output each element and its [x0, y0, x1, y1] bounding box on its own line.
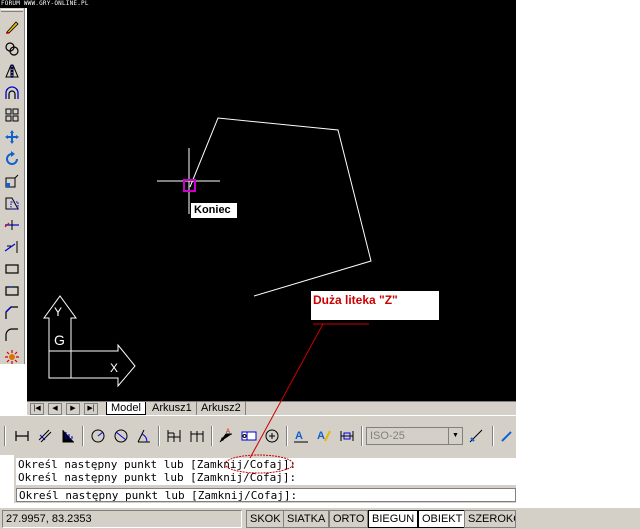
trim-icon[interactable]: [3, 216, 21, 234]
tab-nav-first[interactable]: |◀: [30, 403, 44, 415]
dimstyle-value: ISO-25: [370, 430, 405, 442]
erase-icon[interactable]: [3, 18, 21, 36]
mirror-icon[interactable]: [3, 62, 21, 80]
status-ortho-button[interactable]: ORTO: [329, 510, 369, 528]
command-history-line: Określ następny punkt lub [Zamknij/Cofaj…: [16, 458, 516, 472]
stretch-icon[interactable]: [3, 194, 21, 212]
array-icon[interactable]: [3, 106, 21, 124]
status-snap-button[interactable]: SKOK: [246, 510, 285, 528]
break-at-point-icon[interactable]: [3, 282, 21, 300]
watermark: FORUM WWW.GRY-ONLINE.PL: [0, 0, 200, 8]
empty-area: [516, 455, 640, 503]
separator: [286, 426, 288, 446]
status-bar: 27.9957, 83.2353 SKOK SIATKA ORTO BIEGUN…: [0, 507, 640, 529]
svg-text:A: A: [226, 429, 230, 435]
dimension-text-edit-icon[interactable]: A: [314, 426, 334, 446]
tab-arkusz1[interactable]: Arkusz1: [148, 402, 197, 415]
chamfer-icon[interactable]: [3, 304, 21, 322]
tab-model[interactable]: Model: [106, 402, 146, 415]
drawing-canvas[interactable]: Y G X: [27, 0, 516, 401]
dimension-toolbar: A A A ISO-25 ▼: [0, 415, 516, 455]
diameter-dimension-icon[interactable]: [111, 426, 131, 446]
ordinate-dimension-icon[interactable]: [58, 426, 78, 446]
dimension-style-icon[interactable]: [466, 426, 486, 446]
radius-dimension-icon[interactable]: [88, 426, 108, 446]
command-history-line: Określ następny punkt lub [Zamknij/Cofaj…: [16, 471, 516, 485]
ucs-x-label: X: [110, 361, 118, 375]
scale-icon[interactable]: [3, 172, 21, 190]
center-mark-icon[interactable]: [262, 426, 282, 446]
annotation-note: Duża liteka "Z": [311, 291, 439, 320]
dropdown-arrow-icon[interactable]: ▼: [448, 428, 462, 444]
separator: [361, 426, 363, 446]
dimension-update-icon[interactable]: [337, 426, 357, 446]
status-lineweight-button[interactable]: SZEROKO: [464, 510, 516, 528]
separator: [211, 426, 213, 446]
extend-icon[interactable]: [3, 238, 21, 256]
angular-dimension-icon[interactable]: [134, 426, 154, 446]
status-osnap-button[interactable]: OBIEKT: [418, 510, 467, 528]
svg-text:A: A: [317, 430, 325, 442]
ucs-y-label: Y: [54, 305, 62, 319]
dimension-edit-icon[interactable]: A: [291, 426, 311, 446]
status-polar-button[interactable]: BIEGUN: [368, 510, 419, 528]
fillet-icon[interactable]: [3, 326, 21, 344]
break-icon[interactable]: [3, 260, 21, 278]
tab-nav-last[interactable]: ▶|: [84, 403, 98, 415]
snap-tooltip: Koniec: [191, 203, 237, 218]
toolbar-grip[interactable]: [4, 426, 6, 446]
linear-dimension-icon[interactable]: [12, 426, 32, 446]
tab-nav-next[interactable]: ▶: [66, 403, 80, 415]
baseline-dimension-icon[interactable]: [164, 426, 184, 446]
dimstyle-select[interactable]: ISO-25 ▼: [366, 427, 463, 445]
rotate-icon[interactable]: [3, 150, 21, 168]
ucs-label: G: [54, 332, 65, 348]
command-window: Określ następny punkt lub [Zamknij/Cofaj…: [14, 455, 516, 503]
separator: [492, 426, 494, 446]
tolerance-icon[interactable]: [239, 426, 259, 446]
modify-toolbar: [0, 8, 25, 364]
layout-tab-bar: |◀ ◀ ▶ ▶| Model Arkusz1 Arkusz2: [27, 401, 516, 415]
separator: [82, 426, 84, 446]
empty-area: [516, 0, 640, 455]
command-input[interactable]: Określ następny punkt lub [Zamknij/Cofaj…: [16, 488, 516, 502]
offset-icon[interactable]: [3, 84, 21, 102]
aligned-dimension-icon[interactable]: [35, 426, 55, 446]
quick-leader-icon[interactable]: A: [216, 426, 236, 446]
copy-icon[interactable]: [3, 40, 21, 58]
svg-text:A: A: [295, 430, 303, 442]
toolbar-grip[interactable]: [1, 9, 23, 12]
tab-arkusz2[interactable]: Arkusz2: [197, 402, 246, 415]
explode-icon[interactable]: [3, 348, 21, 366]
continue-dimension-icon[interactable]: [187, 426, 207, 446]
coordinates-readout[interactable]: 27.9957, 83.2353: [2, 510, 242, 528]
next-toolbar-icon[interactable]: [497, 426, 517, 446]
status-grid-button[interactable]: SIATKA: [283, 510, 330, 528]
separator: [158, 426, 160, 446]
move-icon[interactable]: [3, 128, 21, 146]
tab-nav-prev[interactable]: ◀: [48, 403, 62, 415]
